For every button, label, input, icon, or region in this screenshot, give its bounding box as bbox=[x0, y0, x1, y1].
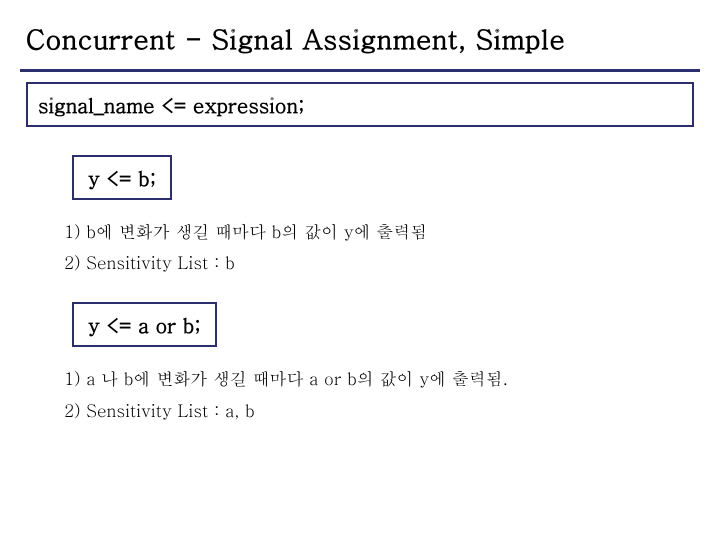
note-2-2: 2) Sensitivity List : a, b bbox=[64, 397, 670, 424]
code-text-1: y <= b; bbox=[88, 163, 156, 192]
example-block-2: y <= a or b; 1) a 나 b에 변화가 생길 때마다 a or b… bbox=[0, 302, 720, 423]
example-block-1: y <= b; 1) b에 변화가 생길 때마다 b의 값이 y에 출력됨 2)… bbox=[0, 155, 720, 276]
syntax-text: signal_name <= expression; bbox=[38, 90, 305, 119]
title-underline bbox=[20, 69, 700, 72]
code-box-2: y <= a or b; bbox=[72, 302, 217, 347]
note-1-2: 2) Sensitivity List : b bbox=[64, 249, 670, 276]
note-1-1: 1) b에 변화가 생길 때마다 b의 값이 y에 출력됨 bbox=[64, 218, 670, 245]
slide-title: Concurrent - Signal Assignment, Simple bbox=[0, 0, 720, 57]
syntax-box: signal_name <= expression; bbox=[26, 82, 694, 127]
code-text-2: y <= a or b; bbox=[88, 310, 201, 339]
note-2-1: 1) a 나 b에 변화가 생길 때마다 a or b의 값이 y에 출력됨. bbox=[64, 365, 670, 392]
code-box-1: y <= b; bbox=[72, 155, 172, 200]
